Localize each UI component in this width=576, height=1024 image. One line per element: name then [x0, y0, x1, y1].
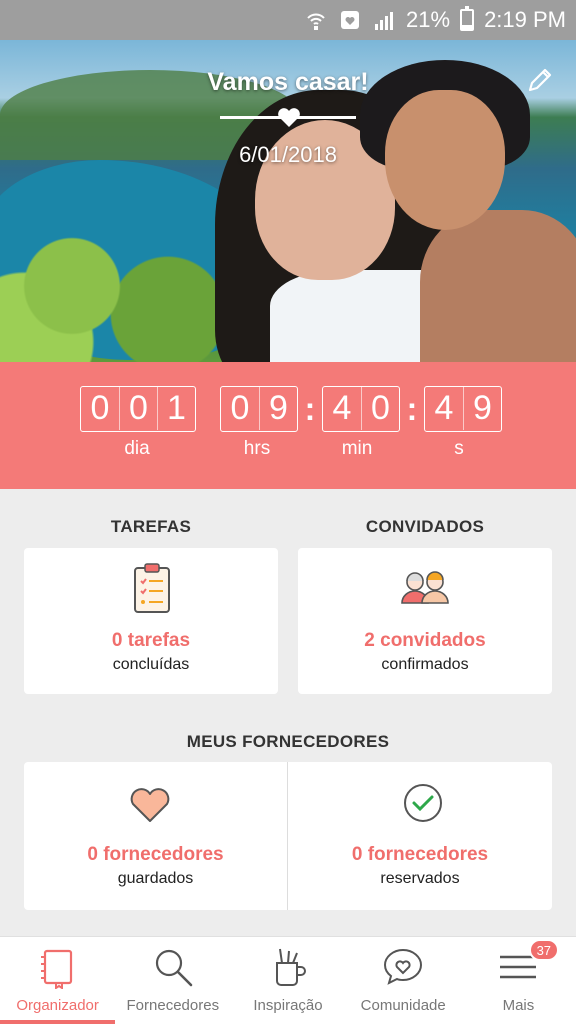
nav-label: Fornecedores: [126, 997, 220, 1014]
hours-label: hrs: [243, 438, 271, 459]
saved-vendors-count: 0 fornecedores: [87, 844, 224, 865]
battery-icon: [460, 6, 475, 31]
photo-partner-body: [420, 210, 576, 362]
check-circle-icon: [404, 784, 442, 822]
heart-icon: [278, 108, 300, 127]
wifi-hotspot-icon: [304, 8, 328, 32]
active-indicator: [0, 1020, 115, 1024]
wedding-date: 6/01/2018: [239, 142, 337, 167]
notification-heart-icon: [338, 8, 362, 32]
guests-icon: [401, 571, 449, 604]
second-digit: 9: [463, 387, 501, 430]
tasks-card[interactable]: 0 tarefas concluídas: [24, 548, 278, 694]
clock: 2:19 PM: [484, 7, 566, 32]
hours-box: 0 9: [220, 386, 298, 432]
tasks-title: TAREFAS: [110, 517, 192, 536]
second-digit: 4: [434, 389, 454, 427]
seconds-box: 4 9: [424, 386, 502, 432]
minute-digit: 4: [332, 389, 352, 427]
days-box: 0 0 1: [80, 386, 196, 432]
booked-vendors-card[interactable]: 0 fornecedores reservados: [288, 762, 552, 910]
colon-separator: :: [406, 390, 418, 427]
notification-badge: 37: [528, 939, 559, 961]
search-icon: [155, 949, 193, 987]
days-label: dia: [124, 438, 150, 459]
nav-mais[interactable]: Mais 37: [461, 937, 576, 1024]
heart-icon: [130, 788, 170, 822]
saved-vendors-sub: guardados: [117, 870, 194, 887]
seconds-label: s: [454, 438, 464, 459]
status-bar: 21% 2:19 PM: [0, 0, 576, 40]
nav-organizador[interactable]: Organizador: [0, 937, 115, 1024]
tasks-count: 0 tarefas: [111, 630, 191, 651]
pencil-icon[interactable]: [524, 64, 556, 96]
guests-count: 2 convidados: [364, 630, 486, 651]
nav-label: Organizador: [16, 997, 99, 1014]
guests-card[interactable]: 2 convidados confirmados: [298, 548, 552, 694]
day-digit: 1: [157, 387, 195, 430]
battery-percent: 21%: [406, 7, 451, 32]
colon-separator: :: [304, 390, 316, 427]
nav-comunidade[interactable]: Comunidade: [346, 937, 461, 1024]
nav-inspiracao[interactable]: Inspiração: [230, 937, 345, 1024]
photo-trees: [0, 230, 240, 362]
bottom-navigation: Organizador Fornecedores Inspiração Comu…: [0, 936, 576, 1024]
countdown-digits: 0 0 1 0 9 : 4 0 : 4 9: [80, 386, 502, 432]
hour-digit: 0: [230, 389, 250, 427]
minutes-box: 4 0: [322, 386, 400, 432]
saved-vendors-card[interactable]: 0 fornecedores guardados: [24, 762, 287, 910]
signal-icon: [372, 8, 396, 32]
minutes-label: min: [341, 438, 373, 459]
booked-vendors-sub: reservados: [380, 870, 460, 887]
day-digit: 0: [119, 387, 157, 430]
minute-digit: 0: [361, 387, 399, 430]
hour-digit: 9: [259, 387, 297, 430]
guests-title: CONVIDADOS: [365, 517, 485, 536]
chat-heart-icon: [384, 948, 423, 985]
notebook-icon: [40, 949, 72, 989]
guests-sub: confirmados: [381, 656, 469, 673]
nav-fornecedores[interactable]: Fornecedores: [115, 937, 230, 1024]
nav-label: Inspiração: [253, 997, 323, 1014]
cup-icon: [276, 948, 306, 986]
vendors-title: MEUS FORNECEDORES: [186, 732, 390, 751]
nav-label: Comunidade: [360, 997, 446, 1014]
booked-vendors-count: 0 fornecedores: [351, 844, 489, 865]
countdown-panel: 0 0 1 0 9 : 4 0 : 4 9 dia hrs min s: [0, 362, 576, 489]
checklist-icon: [134, 563, 170, 613]
nav-label: Mais: [502, 997, 535, 1014]
day-digit: 0: [90, 389, 110, 427]
tasks-sub: concluídas: [112, 656, 190, 673]
hero-title: Vamos casar!: [207, 68, 369, 96]
